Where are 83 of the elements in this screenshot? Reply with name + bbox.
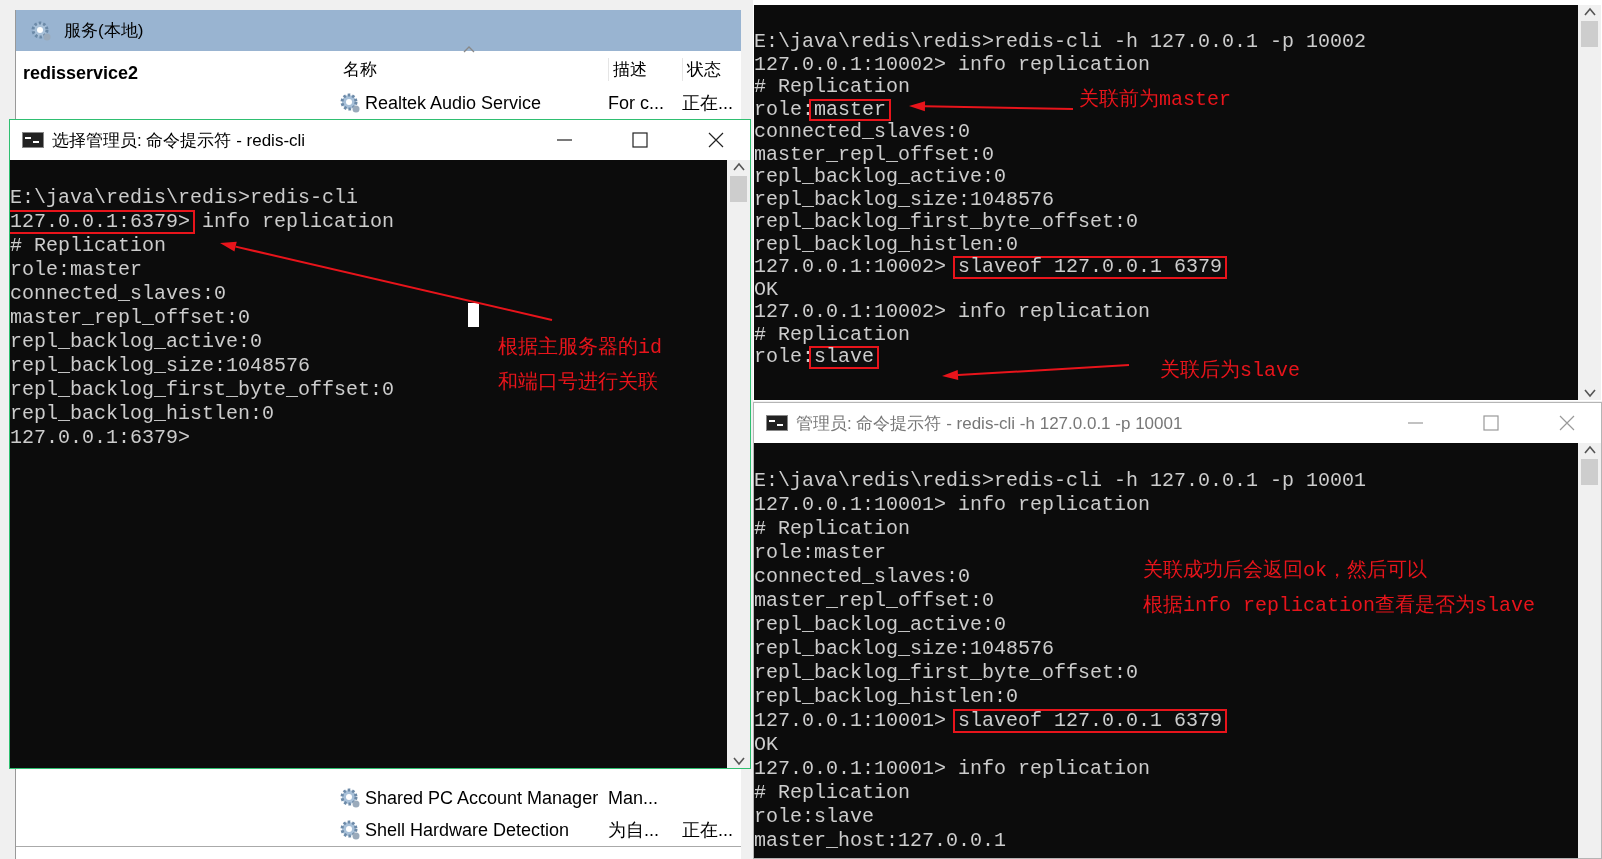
terminal-line: repl_backlog_active:0 [754,166,1007,189]
terminal-line: connected_slaves:0 [754,565,971,589]
highlighted-text: slaveof 127.0.0.1 6379 [953,709,1228,733]
highlighted-text: slaveof 127.0.0.1 6379 [953,256,1228,279]
terminal-line: E:\java\redis\redis>redis-cli -h 127.0.0.1 -p 10002 [754,31,1367,54]
annotation-text: 根据主服务器的id [498,335,662,360]
column-header[interactable]: 状态 [682,57,741,81]
service-description: 为自... [608,819,660,842]
console-icon [22,132,44,148]
terminal-line: role:slave [754,805,875,829]
annotation-text: 关联后为slave [1160,358,1300,383]
services-title: 服务(本地) [64,20,144,42]
terminal-line: # Replication [10,234,167,258]
terminal-line: # Replication [754,517,911,541]
gear-icon [339,92,361,114]
terminal-line: master_repl_offset:0 [10,306,251,330]
terminal-line: repl_backlog_histlen:0 [754,233,1019,256]
minimize-icon [556,139,572,141]
terminal-line: repl_backlog_active:0 [754,613,1007,637]
gear-icon [339,787,361,809]
terminal-line: repl_backlog_first_byte_offset:0 [754,211,1139,234]
terminal-line: role:master [754,541,887,565]
annotation-text: 根据info replication查看是否为slave [1143,593,1536,618]
terminal-line: E:\java\redis\redis>redis-cli [10,186,359,210]
terminal-line: repl_backlog_size:1048576 [754,188,1055,211]
scroll-thumb[interactable] [730,176,747,202]
terminal-line: master_host:127.0.0.1 [754,829,1007,853]
service-status: 正在... [682,819,734,842]
terminal-line: OK [754,733,778,757]
service-status: 正在... [682,92,734,115]
maximize-icon [631,131,649,149]
terminal-line: repl_backlog_histlen:0 [754,685,1019,709]
terminal-line: # Replication [754,781,911,805]
terminal-line: role:master [10,258,143,282]
window-title: 管理员: 命令提示符 - redis-cli -h 127.0.0.1 -p 10001 [796,412,1184,435]
gear-icon [339,819,361,841]
scrollbar[interactable] [1578,443,1601,858]
terminal-line: master_repl_offset:0 [754,143,995,166]
selected-service: redisservice2 [23,63,139,83]
terminal-line: OK [754,278,778,301]
window-title: 选择管理员: 命令提示符 - redis-cli [52,129,307,152]
service-name[interactable]: Shared PC Account Manager [365,787,599,809]
close-icon [707,131,725,149]
gear-icon [30,19,52,42]
column-header[interactable]: 名称 [339,57,608,81]
terminal-line: # Replication [754,76,911,99]
terminal-text: info replication [201,210,395,233]
terminal-line: repl_backlog_size:1048576 [754,637,1055,661]
maximize-icon [1482,414,1500,432]
terminal-line: repl_backlog_first_byte_offset:0 [754,661,1139,685]
highlighted-text: master [809,98,892,121]
terminal-line: 127.0.0.1:10002> info replication [754,53,1151,76]
terminal-line: repl_backlog_first_byte_offset:0 [10,378,395,402]
terminal-line: master_repl_offset:0 [754,589,995,613]
terminal-line: 127.0.0.1:6379> [10,426,191,450]
terminal-line: E:\java\redis\redis>redis-cli -h 127.0.0.1 -p 10001 [754,469,1367,493]
terminal-line: repl_backlog_histlen:0 [10,402,275,426]
terminal-line: connected_slaves:0 [10,282,227,306]
terminal-text: 127.0.0.1:10002> [754,255,948,278]
annotation-text: 关联前为master [1079,87,1231,112]
service-description: For c... [608,92,665,114]
service-name[interactable]: Realtek Audio Service [365,92,542,114]
console-icon [766,415,788,431]
scrollbar[interactable] [727,160,750,768]
terminal-line: repl_backlog_size:1048576 [10,354,311,378]
terminal-line: 127.0.0.1:10001> info replication [754,757,1151,781]
highlighted-text: slave [809,346,880,369]
scroll-thumb[interactable] [1581,459,1598,485]
annotation-text: 关联成功后会返回ok，然后可以 [1143,558,1428,583]
close-icon [1558,414,1576,432]
terminal-line: connected_slaves:0 [754,121,971,144]
service-description: Man... [608,787,660,809]
terminal-line: 127.0.0.1:10002> info replication [754,301,1151,324]
terminal-line: repl_backlog_active:0 [10,330,263,354]
scrollbar[interactable] [1578,5,1601,400]
terminal-line: 127.0.0.1:10001> info replication [754,493,1151,517]
column-header[interactable]: 描述 [608,57,682,81]
scroll-thumb[interactable] [1581,21,1598,47]
annotation-text: 和端口号进行关联 [498,370,659,395]
service-name[interactable]: Shell Hardware Detection [365,819,570,841]
minimize-icon [1407,422,1423,424]
terminal-line: # Replication [754,323,911,346]
terminal-text: 127.0.0.1:10001> [754,709,948,732]
